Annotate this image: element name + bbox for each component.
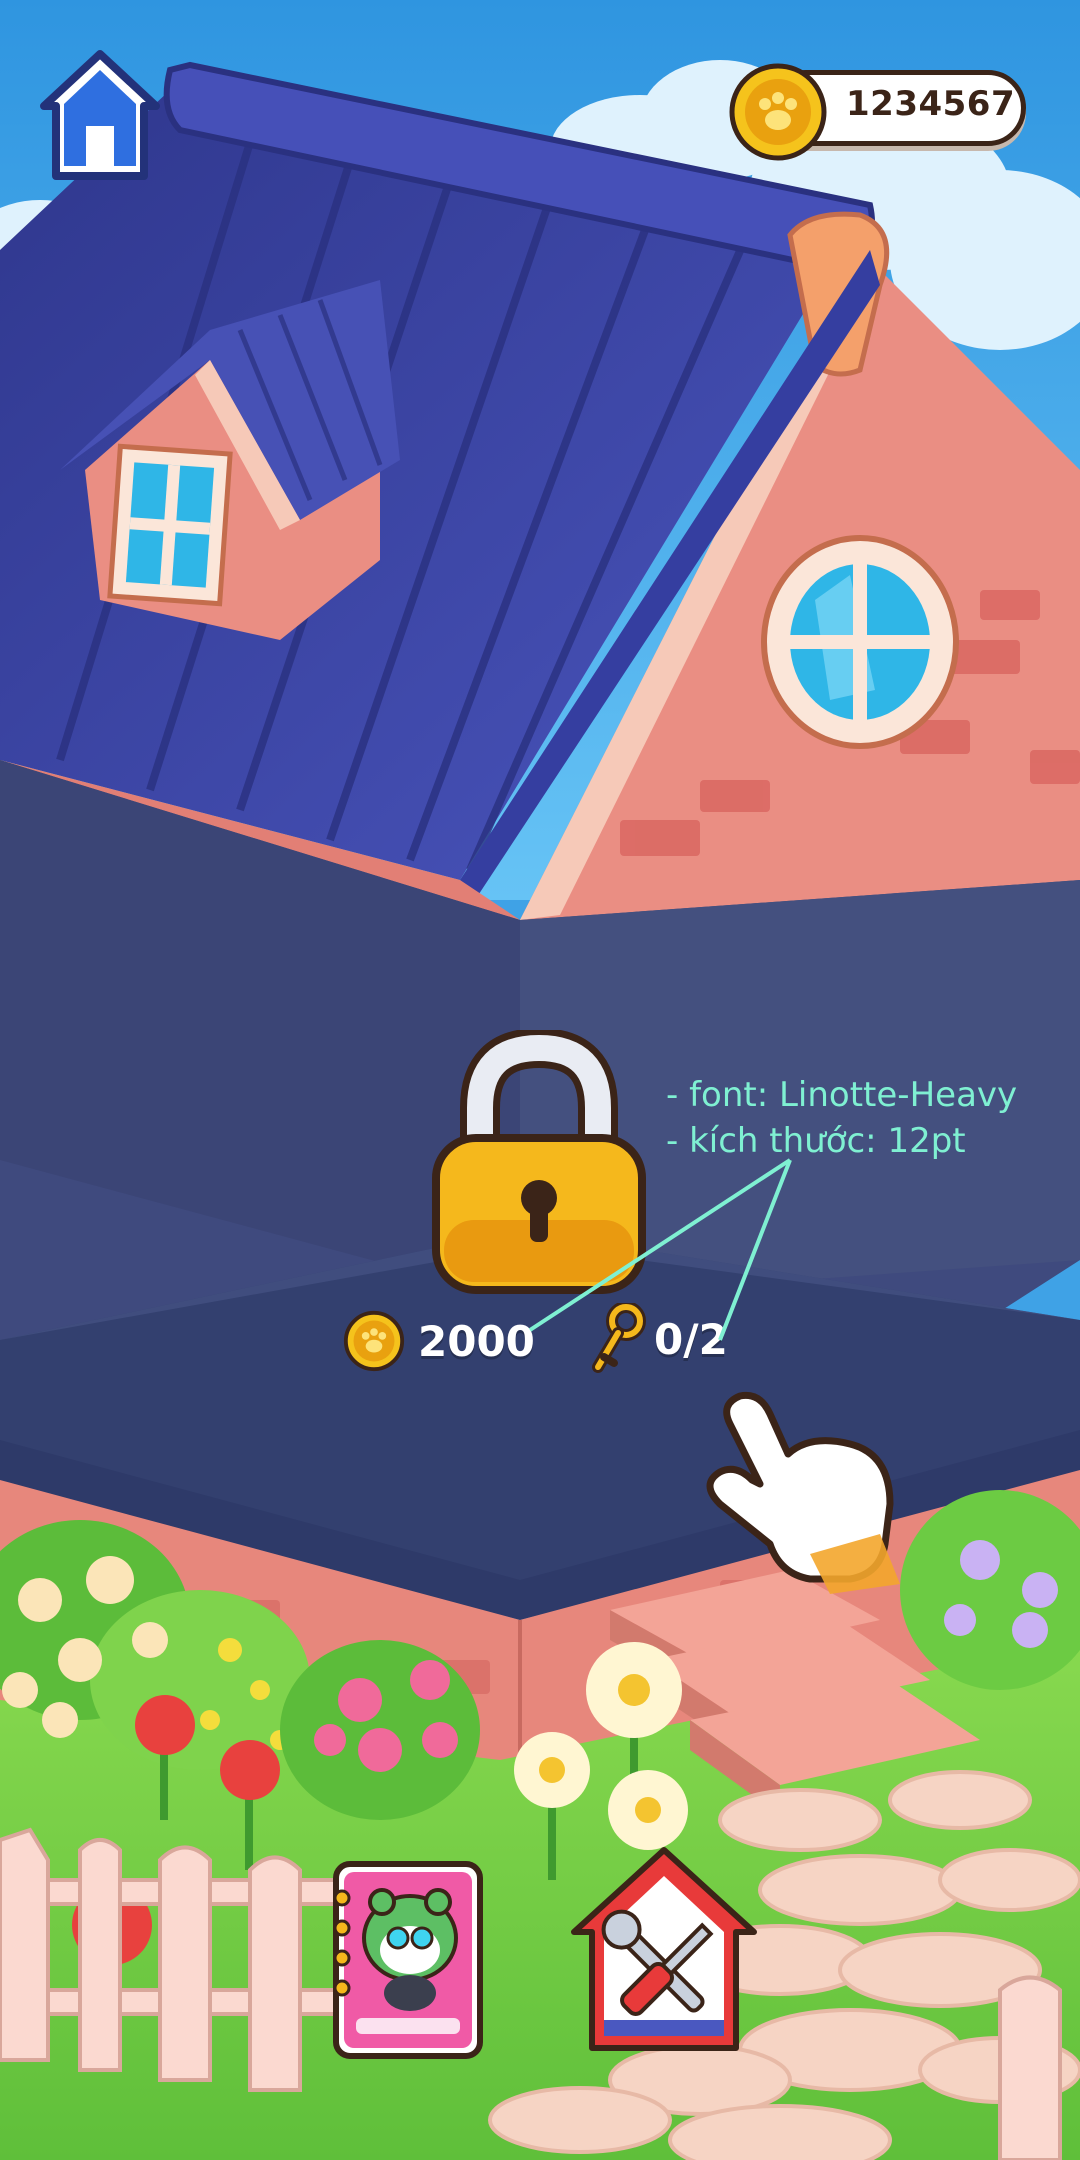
coin-balance[interactable]: 1234567 [728, 63, 1030, 161]
paw-coin-icon [729, 63, 827, 161]
unlock-room-button[interactable] [428, 1027, 650, 1298]
unlock-coin-cost-value: 2000 [418, 1316, 535, 1366]
key-icon [592, 1303, 646, 1373]
pointing-hand-icon [706, 1391, 900, 1594]
bush-roses [280, 1640, 480, 1820]
build-tools-house-icon [571, 1847, 757, 2051]
build-button[interactable] [566, 1842, 762, 2060]
annotation-size: - kích thước: 12pt [666, 1121, 966, 1161]
design-annotation: - font: Linotte-Heavy - kích thước: 12pt [666, 1072, 1017, 1164]
album-book-icon [333, 1861, 483, 2059]
home-icon [40, 50, 160, 180]
unlock-coin-cost: 2000 [342, 1310, 535, 1372]
annotation-font: - font: Linotte-Heavy [666, 1075, 1018, 1115]
round-window [761, 535, 959, 749]
album-button[interactable] [326, 1858, 486, 2062]
home-button[interactable] [38, 48, 162, 184]
coin-balance-value: 1234567 [846, 84, 1016, 124]
unlock-keys-progress: 0/2 [588, 1303, 728, 1374]
unlock-keys-value: 0/2 [654, 1314, 728, 1364]
padlock-icon [432, 1027, 646, 1294]
paw-coin-icon [343, 1310, 405, 1372]
